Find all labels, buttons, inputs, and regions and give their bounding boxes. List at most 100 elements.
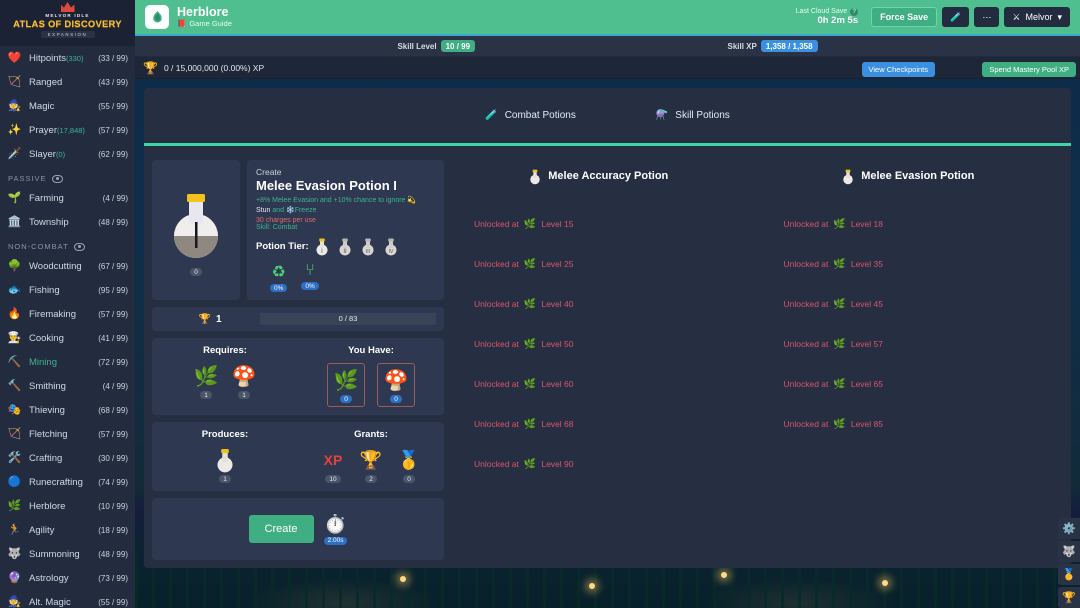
potion-tier-2-icon[interactable]: II	[338, 237, 352, 256]
sidebar-item-summoning[interactable]: 🐺 Summoning (48 / 99)	[0, 542, 135, 566]
unlock-level: Level 68	[541, 419, 573, 429]
sidebar-item-agility[interactable]: 🏃 Agility (18 / 99)	[0, 518, 135, 542]
sidebar-item-woodcutting[interactable]: 🌳 Woodcutting (67 / 99)	[0, 254, 135, 278]
doubling-value: 0%	[301, 282, 318, 290]
sidebar-item-runecrafting[interactable]: 🔵 Runecrafting (74 / 99)	[0, 470, 135, 494]
sidebar-item-township[interactable]: 🏛️ Township (48 / 99)	[0, 210, 135, 234]
sidebar-item-hitpoints[interactable]: ❤️ Hitpoints(330) (33 / 99)	[0, 46, 135, 70]
book-icon: 📕	[177, 20, 186, 28]
runner-icon: 🏃	[7, 523, 22, 538]
skill-level: (57 / 99)	[98, 310, 128, 319]
trophy-icon[interactable]: 🏆	[1058, 587, 1080, 608]
unlock-row: Unlocked at 🌿 Level 18	[754, 204, 1064, 244]
unlock-row: Unlocked at 🌿 Level 85	[754, 404, 1064, 444]
create-button[interactable]: Create	[249, 515, 314, 543]
page-title: Herblore	[177, 6, 232, 20]
you-have-item[interactable]: 🍄 0	[377, 363, 415, 407]
astrology-icon: 🔮	[7, 571, 22, 586]
item-qty: 1	[219, 475, 231, 483]
expansion-banner[interactable]: MELVOR IDLE ATLAS OF DISCOVERY EXPANSION	[0, 0, 135, 46]
herb-icon: 🌿	[193, 363, 219, 389]
unlock-label: Unlocked at	[784, 339, 829, 349]
sidebar-item-thieving[interactable]: 🎭 Thieving (68 / 99)	[0, 398, 135, 422]
spend-mastery-pool-button[interactable]: Spend Mastery Pool XP	[982, 62, 1076, 77]
column-header: Melee Accuracy Potion	[444, 164, 754, 188]
skill-level: (72 / 99)	[98, 358, 128, 367]
potion-tier-4-icon[interactable]: IV	[384, 237, 398, 256]
sidebar-item-label: Hitpoints(330)	[29, 53, 98, 64]
tab-skill-potions[interactable]: ⚗️ Skill Potions	[656, 110, 730, 121]
more-options-button[interactable]: ⋯	[974, 7, 999, 27]
unlock-label: Unlocked at	[784, 219, 829, 229]
right-rail: ⚙️ 🐺 🥇 🏆 🏹	[1058, 518, 1080, 608]
sidebar-item-farming[interactable]: 🌱 Farming (4 / 99)	[0, 186, 135, 210]
unlock-level: Level 35	[851, 259, 883, 269]
grants-mastery-pool: 🥇 0	[396, 447, 422, 483]
melvor-crown-icon	[61, 2, 75, 12]
potion-preview[interactable]: 0	[152, 160, 240, 300]
medal-icon[interactable]: 🥇	[1058, 564, 1080, 585]
force-save-button[interactable]: Force Save	[871, 7, 937, 27]
eye-icon[interactable]	[74, 243, 85, 251]
item-qty: 0	[340, 395, 352, 403]
sidebar-item-prayer[interactable]: ✨ Prayer(17,848) (57 / 99)	[0, 118, 135, 142]
potion-tier-1-icon[interactable]: I	[315, 237, 329, 256]
sidebar-item-ranged[interactable]: 🏹 Ranged (43 / 99)	[0, 70, 135, 94]
potion-icon	[212, 447, 238, 473]
produces-item[interactable]: 1	[212, 447, 238, 483]
herblore-icon: 🌿	[833, 339, 845, 350]
sidebar-section-noncombat[interactable]: NON-COMBAT	[0, 234, 135, 254]
requires-item[interactable]: 🍄 1	[231, 363, 257, 399]
green-potion-icon: ⚗️	[656, 110, 668, 121]
mastery-progress-card: 🏆 1 0 / 83	[152, 307, 444, 331]
sidebar-item-smithing[interactable]: 🔨 Smithing (4 / 99)	[0, 374, 135, 398]
sidebar-item-astrology[interactable]: 🔮 Astrology (73 / 99)	[0, 566, 135, 590]
unlock-label: Unlocked at	[474, 219, 519, 229]
sidebar-item-firemaking[interactable]: 🔥 Firemaking (57 / 99)	[0, 302, 135, 326]
skill-level: (67 / 99)	[98, 262, 128, 271]
sidebar-item-herblore[interactable]: 🌿 Herblore (10 / 99)	[0, 494, 135, 518]
sidebar-item-mining[interactable]: ⛏️ Mining (72 / 99)	[0, 350, 135, 374]
potion-menu-button[interactable]: 🧪	[942, 7, 969, 27]
view-checkpoints-button[interactable]: View Checkpoints	[862, 62, 935, 77]
skill-level: (48 / 99)	[98, 550, 128, 559]
sidebar-item-label: Cooking	[29, 333, 98, 344]
herblore-icon: 🌿	[524, 419, 536, 430]
sidebar-section-passive[interactable]: PASSIVE	[0, 166, 135, 186]
anvil-icon: 🔨	[7, 379, 22, 394]
sidebar-item-fishing[interactable]: 🐟 Fishing (95 / 99)	[0, 278, 135, 302]
mastery-level-display: 🏆 1	[160, 314, 260, 325]
sidebar-item-label: Fletching	[29, 429, 98, 440]
stun-icon: 💫	[407, 197, 416, 204]
freeze-icon: ❄️	[286, 207, 295, 214]
sidebar-item-crafting[interactable]: 🛠️ Crafting (30 / 99)	[0, 446, 135, 470]
slayer-icon: 🗡️	[7, 147, 22, 162]
unlock-level: Level 25	[541, 259, 573, 269]
game-guide-link[interactable]: 📕 Game Guide	[177, 20, 232, 28]
chevron-down-icon: ▾	[1057, 12, 1062, 23]
sidebar-item-alt-magic[interactable]: 🧙 Alt. Magic (55 / 99)	[0, 590, 135, 608]
herblore-icon: 🌿	[833, 379, 845, 390]
sidebar-item-slayer[interactable]: 🗡️ Slayer(0) (62 / 99)	[0, 142, 135, 166]
sidebar: MELVOR IDLE ATLAS OF DISCOVERY EXPANSION…	[0, 0, 135, 608]
you-have-item[interactable]: 🌿 0	[327, 363, 365, 407]
grants-xp: XP 10	[320, 447, 346, 483]
sidebar-item-fletching[interactable]: 🏹 Fletching (57 / 99)	[0, 422, 135, 446]
requires-item[interactable]: 🌿 1	[193, 363, 219, 399]
user-menu-button[interactable]: ⚔ Melvor ▾	[1004, 7, 1070, 27]
herblore-icon: 🌿	[833, 299, 845, 310]
tab-label: Combat Potions	[505, 110, 576, 121]
wolf-icon[interactable]: 🐺	[1058, 541, 1080, 562]
tab-combat-potions[interactable]: 🧪 Combat Potions	[485, 110, 576, 121]
fish-icon: 🐟	[7, 283, 22, 298]
you-have-items: 🌿 0 🍄 0	[298, 363, 444, 407]
tools-icon: 🛠️	[7, 451, 22, 466]
campfire-icon: 🔥	[7, 307, 22, 322]
gear-icon[interactable]: ⚙️	[1058, 518, 1080, 539]
craft-timer: ⏱️ 2.00s	[324, 514, 348, 545]
potion-tier-3-icon[interactable]: III	[361, 237, 375, 256]
potion-charges: 30 charges per use	[256, 217, 435, 224]
sidebar-item-cooking[interactable]: 👨‍🍳 Cooking (41 / 99)	[0, 326, 135, 350]
eye-icon[interactable]	[52, 175, 63, 183]
sidebar-item-magic[interactable]: 🧙 Magic (55 / 99)	[0, 94, 135, 118]
